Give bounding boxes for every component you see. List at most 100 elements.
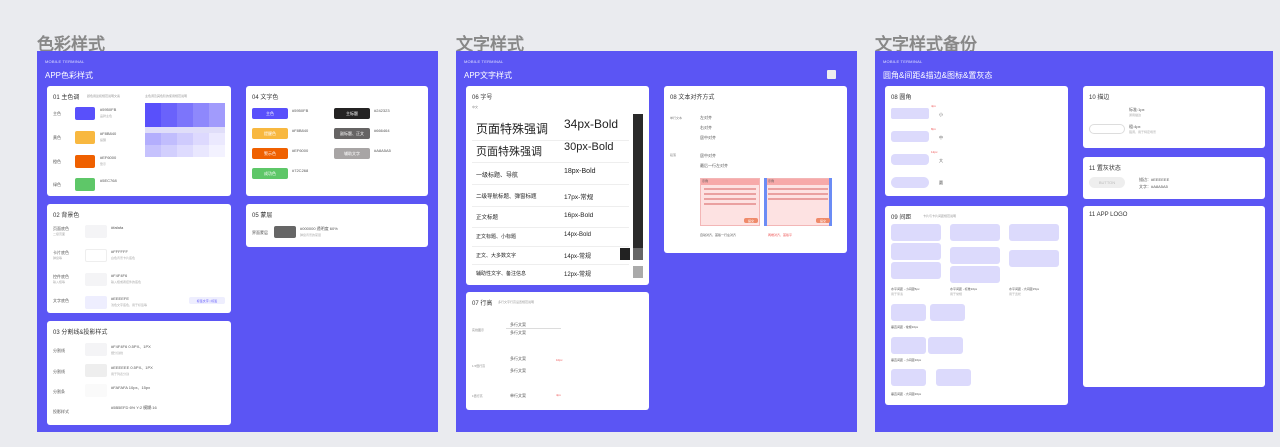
baseline	[506, 328, 561, 329]
card-note-2: 主色调及其色阶的使用规范说明	[145, 94, 188, 98]
primary-tint-grid	[145, 133, 225, 145]
divider-swatch	[85, 364, 107, 377]
spacing-box	[891, 304, 926, 321]
shadow-label: 投影样式	[53, 409, 69, 414]
text-color-hex: #F8B840	[292, 128, 309, 133]
card-title: 06 字号	[472, 95, 493, 101]
radius-label: 中	[939, 135, 943, 140]
board-thumbnail	[827, 70, 836, 79]
align-left: 左对齐	[700, 115, 712, 120]
divider-value: #EEEEEE 0.5PX、1PX	[111, 365, 153, 370]
card-title: 03 分割线&投影样式	[53, 330, 108, 336]
color-label: 橙色	[53, 159, 61, 164]
radius-marker: 4px	[931, 104, 936, 108]
spacing-caption-sub: 用于常规	[950, 292, 963, 296]
demo-label: 示例	[768, 179, 775, 183]
radius-label: 大	[939, 158, 943, 163]
text-color-hex: #A8A5A5	[374, 148, 391, 153]
row-divider	[472, 162, 629, 163]
align-guide	[764, 178, 767, 226]
color-button-reminder: 提醒色	[252, 128, 288, 139]
card-title: 10 描边	[1089, 95, 1110, 101]
tag-sample: 标签文字 | 标签	[189, 297, 225, 304]
text-color-hex: #242323	[374, 108, 390, 113]
text-color-chip	[620, 248, 630, 260]
spacing-box	[1009, 224, 1059, 241]
radius-marker: 12px	[931, 150, 938, 154]
color-label: 绿色	[53, 182, 61, 187]
card-spacing: 09 间距 卡片与卡片间距规范说明 水平间距 - 小间距5px 用于紧凑 水平间…	[885, 206, 1068, 405]
align-last-left: 最后一行左对齐	[700, 163, 728, 168]
stroke-desc: 强调，用于特定场景	[1129, 130, 1157, 134]
divider-value: #F4F4F6 0.5PX、1PX	[111, 344, 151, 349]
font-sample: 一级标题、导航	[476, 173, 519, 179]
card-note: 颜色用途和规范说明文案	[87, 94, 121, 98]
text-color-hex: #666464	[374, 128, 390, 133]
spacing-caption: 垂直间距 - 常规10px	[891, 325, 919, 329]
stroke-desc: 通用描边	[1129, 113, 1142, 117]
spacing-box	[891, 262, 941, 279]
spacing-box	[950, 266, 1000, 283]
bg-hex: #F4F4F6	[111, 273, 128, 278]
card-title: 02 背景色	[53, 213, 80, 219]
line-height-label: 1倍行高	[472, 394, 483, 398]
font-size-label: 12px-常规	[564, 272, 592, 278]
card-title: 05 蒙层	[252, 213, 273, 219]
font-sample: 页面特殊强调	[476, 122, 549, 136]
spacing-caption-sub: 用于紧凑	[891, 292, 904, 296]
board-title: 圆角&间距&描边&图标&置灰态	[883, 71, 993, 80]
bg-swatch	[85, 225, 107, 238]
radius-label: 圆	[939, 180, 943, 185]
bg-swatch	[85, 249, 107, 262]
spacing-caption: 水平间距 - 标准10px	[950, 287, 978, 291]
font-size-label: 14px-常规	[564, 254, 592, 260]
color-hex: #EF6000	[100, 155, 117, 160]
align-right: 右对齐	[700, 125, 712, 130]
card-title: 11 置灰状态	[1089, 166, 1121, 172]
radius-sample-medium	[891, 131, 929, 142]
card-background-colors: 02 背景色 页面底色 二级页面 #fafafa 卡片底色 弹窗等 #FFFFF…	[47, 204, 231, 313]
text-button-title: 主标题	[334, 108, 370, 119]
card-note: 卡片与卡片间距规范说明	[923, 214, 957, 218]
color-button-success: 成功色	[252, 168, 288, 179]
lang-label: 中文	[472, 105, 479, 109]
divider-value: #FAFAFA 10px、15px	[111, 385, 151, 390]
color-label: 黄色	[53, 135, 61, 140]
font-size-label: 17px-常规	[564, 194, 594, 201]
card-title: 09 间距	[891, 215, 912, 221]
bg-sublabel: 弹窗等	[53, 256, 63, 260]
shadow-value: #5B5EFD 6% Y:2 模糊:16	[111, 405, 157, 410]
overlay-value: #000000 透明度 60%	[300, 226, 338, 231]
text-color-hex: #EF6000	[292, 148, 309, 153]
row-divider	[472, 264, 629, 265]
divider-desc: 细分割线	[111, 351, 124, 355]
font-size-label: 18px-Bold	[564, 168, 596, 175]
row-divider	[472, 184, 629, 185]
card-text-alignment: 08 文本对齐方式 单行文本 左对齐 右对齐 居中对齐 段落 居中对齐 最后一行…	[664, 86, 847, 253]
spacing-caption: 水平间距 - 小间距5px	[891, 287, 920, 291]
spacing-box	[1009, 250, 1059, 267]
line-sample: 多行文案	[510, 330, 526, 335]
line-height-label: 实线图示	[472, 328, 485, 332]
radius-sample-small	[891, 108, 929, 119]
demo-label: 示例	[702, 179, 709, 183]
text-color-hex: #72C268	[292, 168, 309, 173]
color-label: 主色	[53, 111, 61, 116]
board-subtitle: MOBILE TERMINAL	[464, 59, 504, 64]
spacing-box	[930, 304, 965, 321]
card-title: 04 文字色	[252, 95, 279, 101]
text-button-body: 副标题、正文	[334, 128, 370, 139]
align-group-label: 单行文本	[670, 116, 683, 120]
bg-swatch	[85, 296, 107, 309]
text-color-bar-dark	[633, 114, 643, 254]
spacing-caption: 水平间距 - 大间距15px	[1009, 287, 1040, 291]
spacing-caption: 垂直间距 - 小间距10px	[891, 358, 922, 362]
font-sample: 正文、大多数文字	[476, 253, 517, 259]
color-button-primary: 主色	[252, 108, 288, 119]
demo-submit-button: 提交	[816, 218, 830, 223]
bg-desc: 白色背景卡片底色	[111, 256, 136, 260]
board-subtitle: MOBILE TERMINAL	[45, 59, 85, 64]
bg-hex: #FFFFFF	[111, 249, 128, 254]
spacing-box	[936, 369, 971, 386]
line-sample: 多行文案	[510, 368, 526, 373]
